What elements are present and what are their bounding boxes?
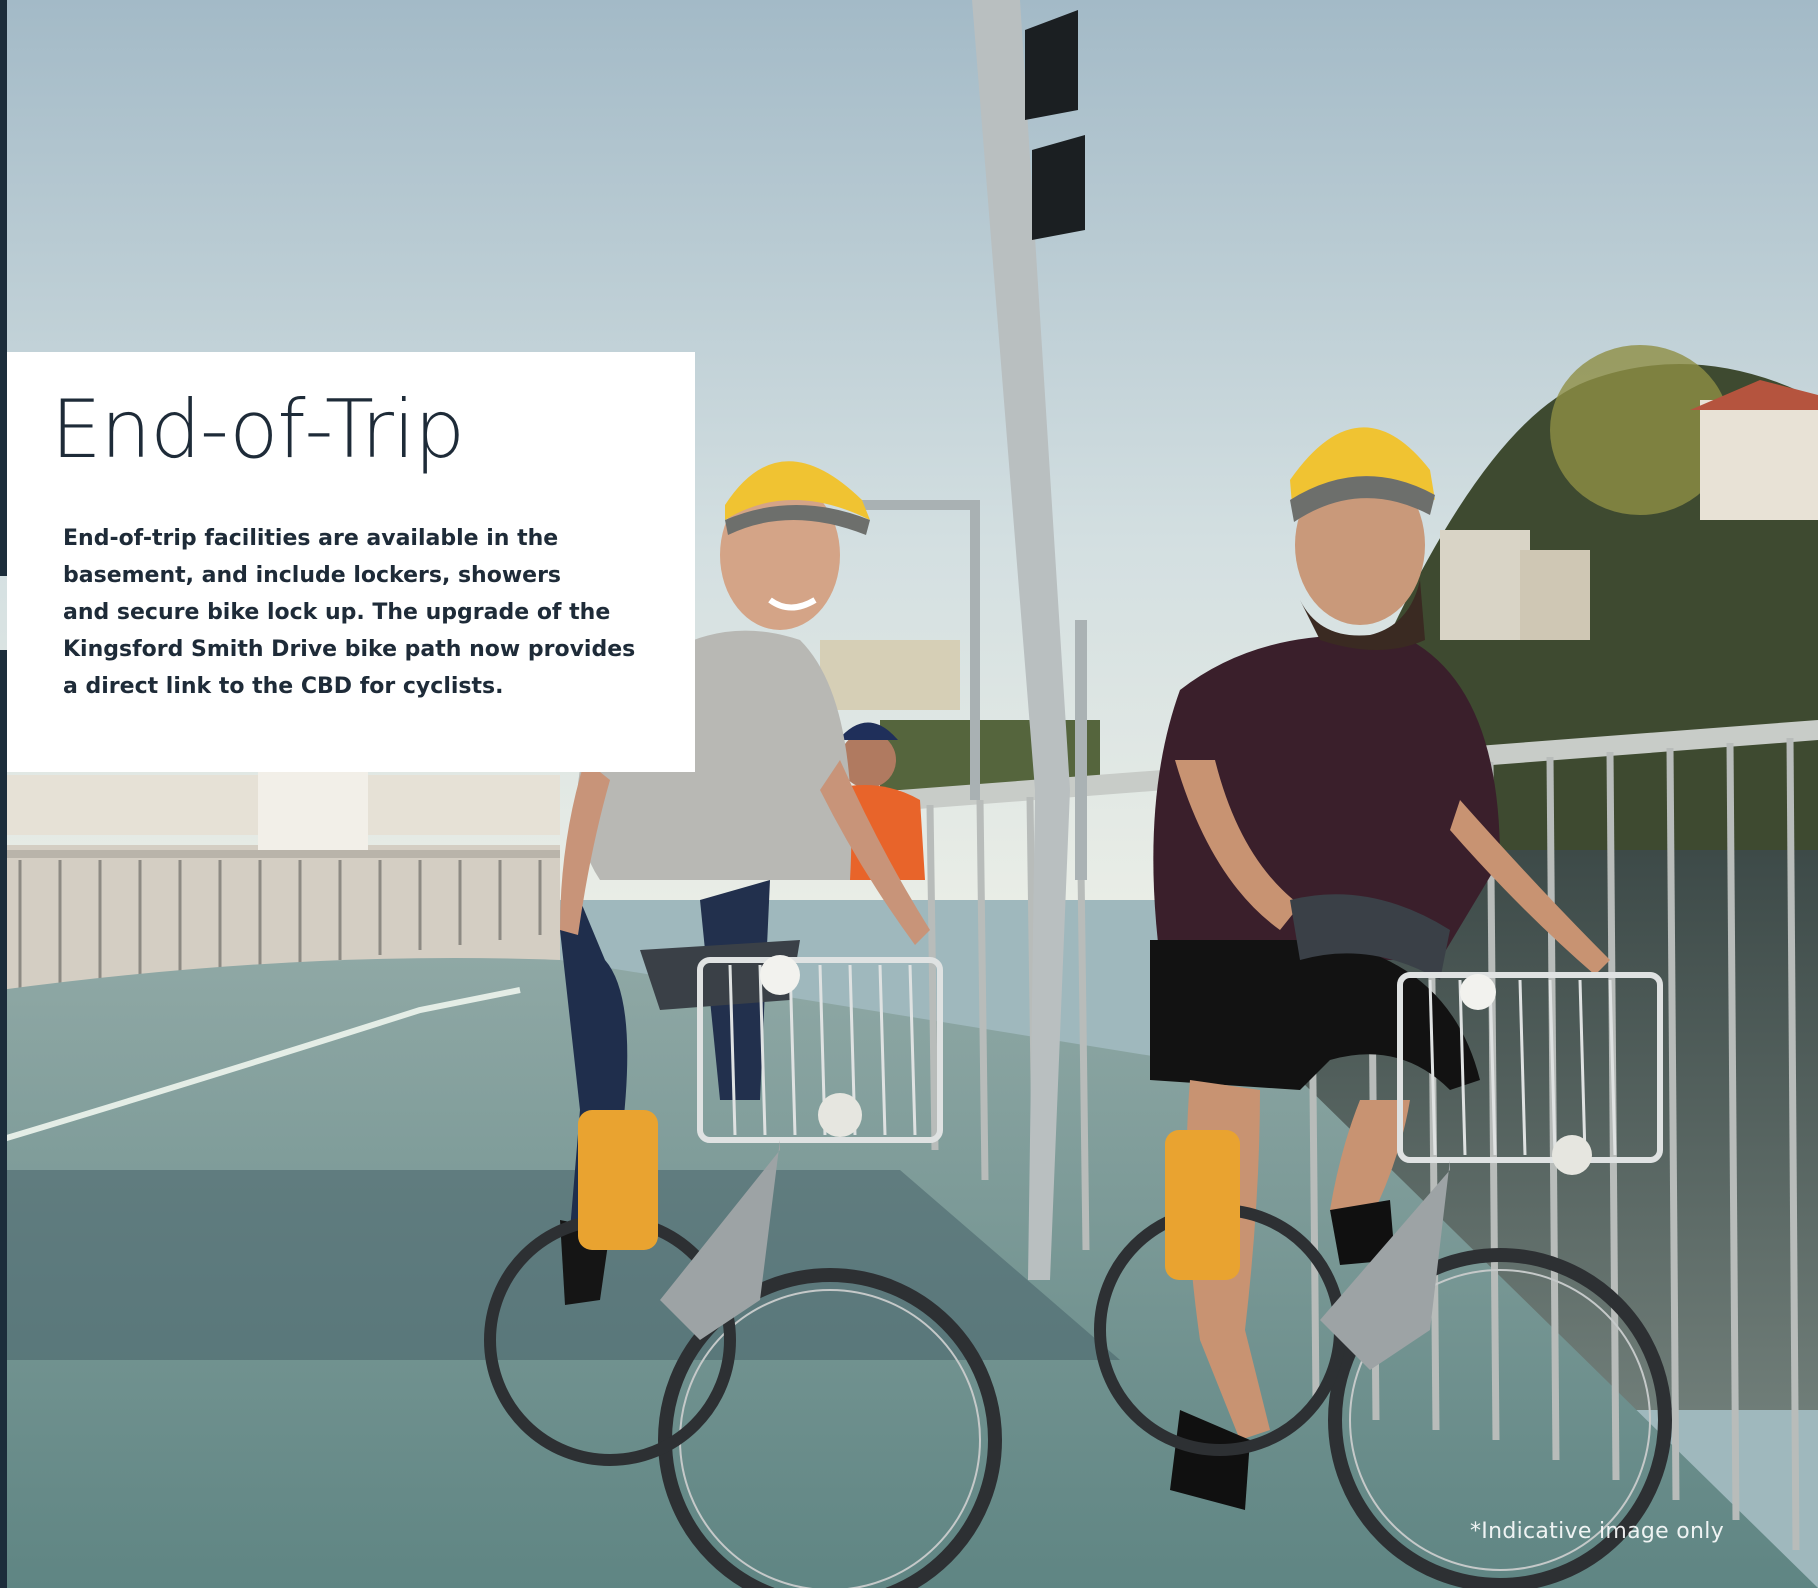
photo-background bbox=[0, 0, 1818, 1588]
body-paragraph: End-of-trip facilities are available in … bbox=[63, 520, 663, 705]
disclaimer-caption: *Indicative image only bbox=[1470, 1519, 1725, 1544]
cyclists-photo-illustration bbox=[0, 0, 1818, 1588]
text-card: End-of-Trip End-of-trip facilities are a… bbox=[7, 352, 695, 772]
building-right bbox=[1700, 400, 1818, 520]
body-line: and secure bike lock up. The upgrade of … bbox=[63, 600, 611, 625]
edge-accent-bar bbox=[0, 0, 7, 576]
body-line: Kingsford Smith Drive bike path now prov… bbox=[63, 637, 636, 662]
edge-accent-bar-lower bbox=[0, 650, 7, 1588]
body-line: End-of-trip facilities are available in … bbox=[63, 526, 559, 551]
body-line: a direct link to the CBD for cyclists. bbox=[63, 674, 504, 699]
body-line: basement, and include lockers, showers bbox=[63, 563, 562, 588]
buildings-mid bbox=[820, 640, 960, 710]
page-title: End-of-Trip bbox=[51, 383, 465, 476]
